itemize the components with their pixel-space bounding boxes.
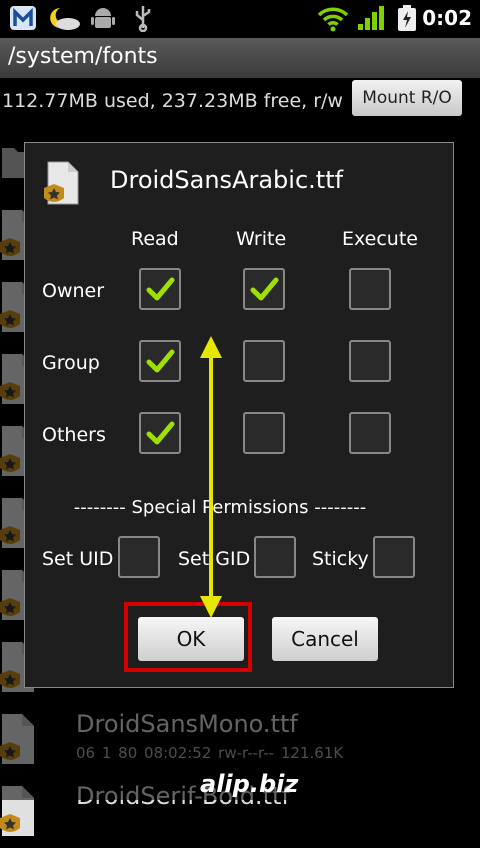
watermark: alip.biz [200,770,299,798]
annotation-arrow [200,336,222,618]
